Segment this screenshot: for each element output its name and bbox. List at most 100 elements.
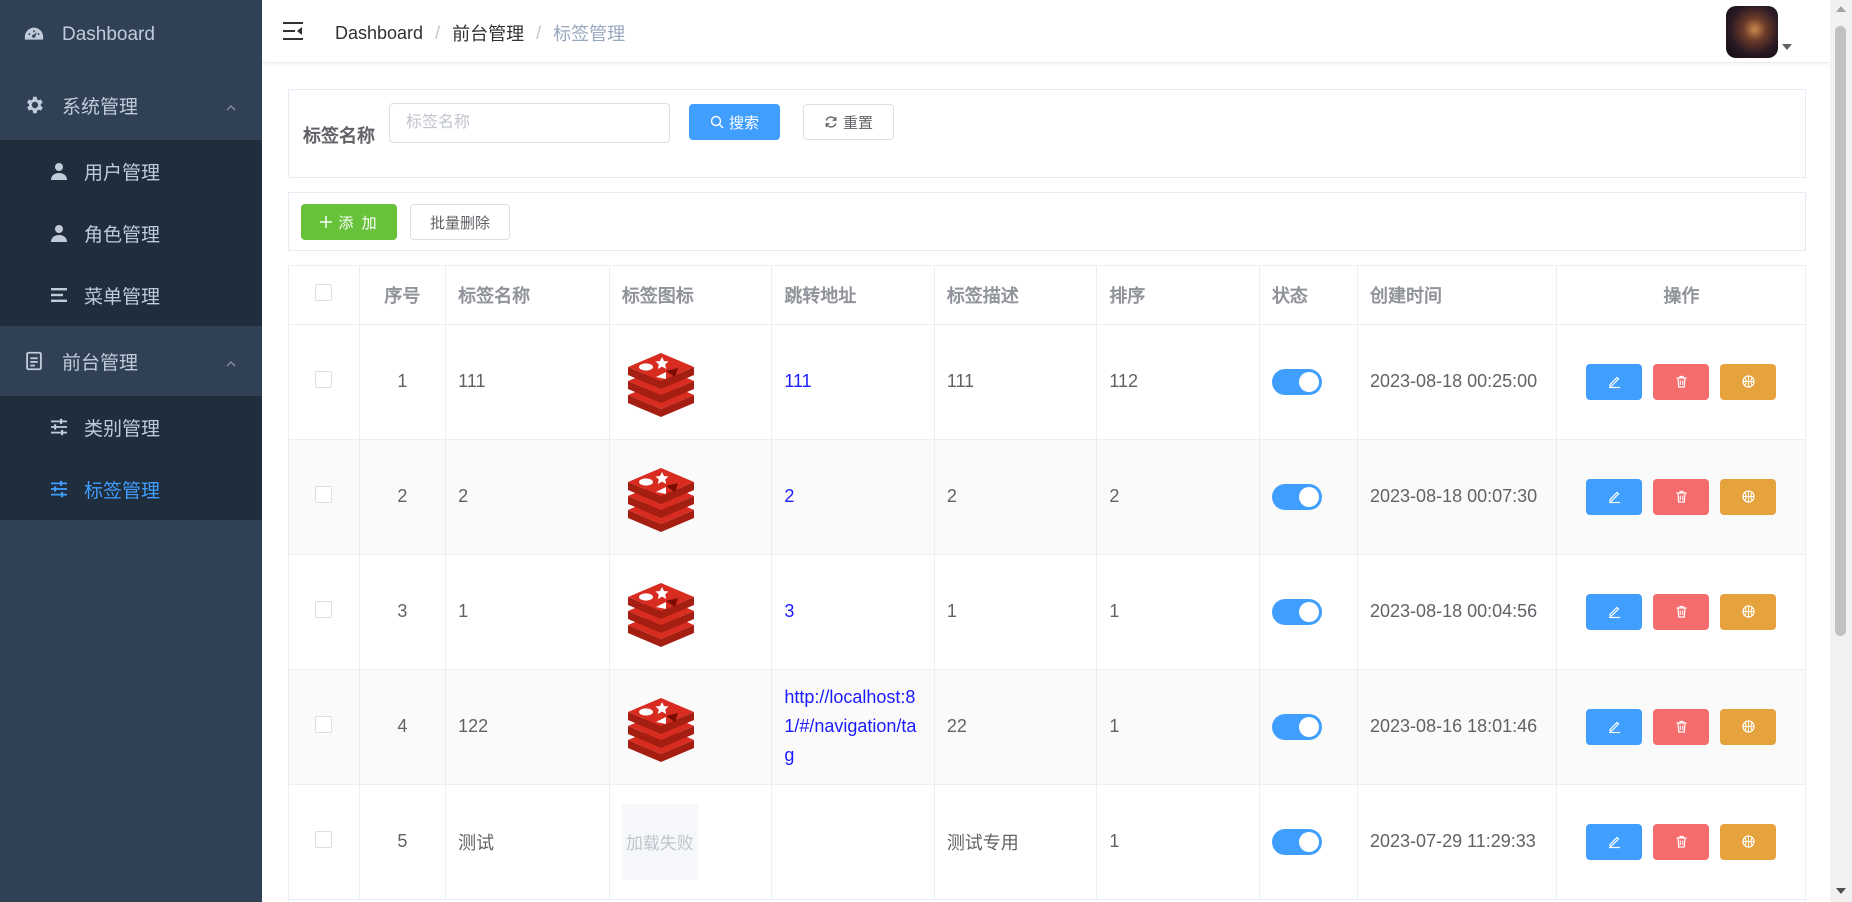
edit-button[interactable] — [1586, 708, 1643, 745]
menu-fold-icon[interactable] — [282, 20, 306, 42]
edit-button[interactable] — [1586, 593, 1643, 630]
sidebar-item-label: 类别管理 — [84, 418, 161, 440]
sidebar-item-menus[interactable]: 菜单管理 — [0, 264, 262, 326]
user-icon — [48, 222, 70, 244]
avatar[interactable] — [1726, 6, 1778, 58]
created-time-cell: 2023-08-18 00:25:00 — [1357, 324, 1557, 440]
image-load-failed: 加载失败 — [621, 803, 698, 880]
basketball-icon — [1742, 835, 1755, 848]
sliders-icon — [48, 478, 70, 500]
select-all-checkbox[interactable] — [315, 283, 333, 301]
document-icon — [22, 349, 46, 373]
actions-cell — [1556, 439, 1805, 555]
actions-cell — [1556, 554, 1805, 670]
row-checkbox[interactable] — [315, 370, 333, 388]
created-time-cell: 2023-08-16 18:01:46 — [1357, 669, 1557, 785]
tag-icon-cell — [609, 554, 773, 670]
description-cell: 1 — [934, 554, 1098, 670]
actions-cell — [1556, 784, 1805, 900]
table-row[interactable]: 4 122 http://localhost:81/#/navigation/tag… — [289, 669, 1805, 785]
index-cell: 1 — [359, 324, 447, 440]
row-checkbox[interactable] — [315, 715, 333, 733]
select-cell — [289, 784, 360, 900]
delete-icon — [1676, 720, 1687, 733]
table-row[interactable]: 5 测试 加载失败 测试专用 1 2023-07-29 11:29:33 — [289, 784, 1805, 900]
table-row[interactable]: 3 1 3 1 1 2023-08-18 00:04:56 — [289, 554, 1805, 670]
edit-button[interactable] — [1586, 478, 1643, 515]
breadcrumb: Dashboard / 前台管理 / 标签管理 — [335, 20, 625, 46]
scroll-up-icon[interactable] — [1836, 6, 1846, 12]
sidebar-item-roles[interactable]: 角色管理 — [0, 202, 262, 264]
basketball-icon — [1742, 375, 1755, 388]
tag-table: 序号 标签名称 标签图标 跳转地址 标签描述 排序 状态 创建时间 操作 1 11… — [288, 265, 1806, 902]
reset-button[interactable]: 重置 — [803, 104, 894, 140]
scrollbar-thumb[interactable] — [1835, 26, 1846, 636]
search-button[interactable]: 搜索 — [689, 104, 780, 140]
url-link[interactable]: 2 — [784, 486, 794, 506]
sort-cell: 2 — [1096, 439, 1260, 555]
row-checkbox[interactable] — [315, 600, 333, 618]
select-cell — [289, 439, 360, 555]
url-link[interactable]: http://localhost:81/#/navigation/tag — [784, 687, 916, 765]
sidebar-item-users[interactable]: 用户管理 — [0, 140, 262, 202]
delete-button[interactable] — [1653, 823, 1710, 860]
row-checkbox[interactable] — [315, 485, 333, 503]
delete-button[interactable] — [1653, 593, 1710, 630]
column-header: 标签描述 — [934, 266, 1098, 325]
row-checkbox[interactable] — [315, 830, 333, 848]
column-header: 操作 — [1556, 266, 1805, 325]
caret-down-icon[interactable] — [1782, 44, 1792, 50]
sidebar-item-label: 菜单管理 — [84, 286, 161, 308]
column-header: 跳转地址 — [771, 266, 935, 325]
sidebar-item-tags[interactable]: 标签管理 — [0, 458, 262, 520]
edit-button[interactable] — [1586, 823, 1643, 860]
sidebar-item-dashboard[interactable]: Dashboard — [0, 0, 262, 70]
delete-button[interactable] — [1653, 708, 1710, 745]
tag-icon-cell — [609, 324, 773, 440]
status-toggle[interactable] — [1271, 598, 1322, 625]
more-action-button[interactable] — [1720, 708, 1777, 745]
delete-button[interactable] — [1653, 478, 1710, 515]
status-toggle[interactable] — [1271, 368, 1322, 395]
breadcrumb-dashboard[interactable]: Dashboard — [335, 23, 423, 44]
more-action-button[interactable] — [1720, 823, 1777, 860]
redis-logo-icon — [627, 697, 694, 762]
tag-name-input[interactable] — [389, 103, 670, 143]
more-action-button[interactable] — [1720, 593, 1777, 630]
column-header: 序号 — [359, 266, 447, 325]
table-row[interactable]: 2 2 2 2 2 2023-08-18 00:07:30 — [289, 439, 1805, 555]
table-row[interactable]: 1 111 111 111 112 2023-08-18 00:25:00 — [289, 324, 1805, 440]
page-scrollbar[interactable] — [1830, 0, 1852, 902]
status-toggle[interactable] — [1271, 483, 1322, 510]
url-link[interactable]: 3 — [784, 601, 794, 621]
sidebar-item-categories[interactable]: 类别管理 — [0, 396, 262, 458]
add-button[interactable]: 添 加 — [301, 204, 397, 240]
column-header: 状态 — [1259, 266, 1359, 325]
index-cell: 4 — [359, 669, 447, 785]
scroll-down-icon[interactable] — [1836, 888, 1846, 894]
edit-icon — [1608, 721, 1620, 734]
url-link[interactable]: 111 — [784, 371, 811, 391]
chevron-up-icon — [226, 105, 236, 111]
chevron-up-icon — [226, 361, 236, 367]
delete-button[interactable] — [1653, 363, 1710, 400]
basketball-icon — [1742, 720, 1755, 733]
status-toggle[interactable] — [1271, 828, 1322, 855]
delete-icon — [1676, 605, 1687, 618]
sidebar-item-frontend[interactable]: 前台管理 — [0, 326, 262, 396]
select-all-cell — [289, 266, 360, 325]
status-cell — [1259, 439, 1359, 555]
tag-name-cell: 测试 — [445, 784, 610, 900]
sort-cell: 1 — [1096, 554, 1260, 670]
batch-delete-button[interactable]: 批量删除 — [410, 204, 510, 240]
description-cell: 测试专用 — [934, 784, 1098, 900]
delete-icon — [1676, 490, 1687, 503]
tag-name-cell: 122 — [445, 669, 610, 785]
status-cell — [1259, 324, 1359, 440]
sidebar-item-system[interactable]: 系统管理 — [0, 70, 262, 140]
more-action-button[interactable] — [1720, 363, 1777, 400]
plus-icon — [320, 216, 333, 228]
status-toggle[interactable] — [1271, 713, 1322, 740]
more-action-button[interactable] — [1720, 478, 1777, 515]
edit-button[interactable] — [1586, 363, 1643, 400]
